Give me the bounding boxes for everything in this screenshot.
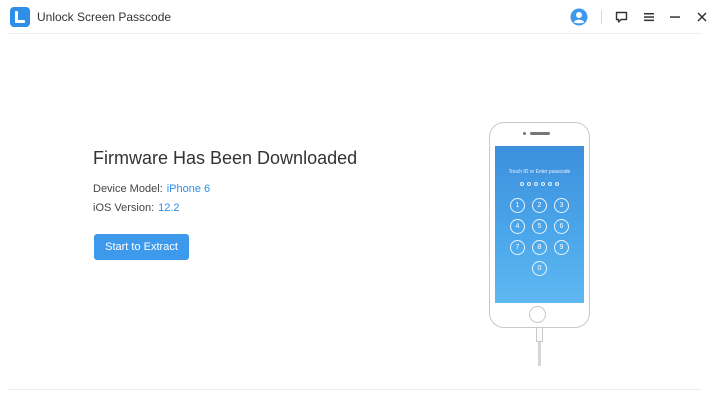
keypad-key-3: 3 — [554, 198, 569, 213]
phone-camera-dot — [523, 132, 526, 135]
keypad-key-8: 8 — [532, 240, 547, 255]
start-extract-button[interactable]: Start to Extract — [94, 234, 189, 260]
footer-divider — [8, 389, 701, 390]
keypad-key-2: 2 — [532, 198, 547, 213]
device-model-row: Device Model: iPhone 6 — [93, 183, 210, 195]
titlebar-separator — [601, 10, 602, 24]
passcode-dot — [534, 182, 538, 186]
user-account-icon[interactable] — [570, 8, 588, 26]
passcode-dot — [527, 182, 531, 186]
phone-home-button — [529, 306, 546, 323]
passcode-dot — [541, 182, 545, 186]
passcode-dot — [548, 182, 552, 186]
passcode-dots — [495, 182, 584, 186]
keypad-key-0: 0 — [532, 261, 547, 276]
device-model-value: iPhone 6 — [166, 183, 211, 195]
titlebar-divider — [8, 33, 701, 34]
keypad-key-5: 5 — [532, 219, 547, 234]
keypad-key-7: 7 — [510, 240, 525, 255]
keypad-key-9: 9 — [554, 240, 569, 255]
phone-speaker — [530, 132, 550, 135]
menu-icon[interactable] — [640, 8, 658, 26]
ios-version-value: 12.2 — [158, 202, 180, 214]
passcode-dot — [520, 182, 524, 186]
keypad-key-6: 6 — [554, 219, 569, 234]
app-logo-icon — [10, 7, 30, 27]
passcode-dot — [555, 182, 559, 186]
title-bar: Unlock Screen Passcode — [0, 0, 709, 34]
app-title: Unlock Screen Passcode — [37, 10, 172, 24]
cable-connector — [536, 328, 543, 342]
close-icon[interactable] — [693, 8, 709, 26]
minimize-icon[interactable] — [666, 8, 684, 26]
keypad-key-4: 4 — [510, 219, 525, 234]
ios-version-label: iOS Version: — [93, 202, 155, 214]
feedback-icon[interactable] — [612, 8, 630, 26]
device-model-label: Device Model: — [93, 183, 163, 195]
keypad-key-1: 1 — [510, 198, 525, 213]
phone-lock-screen: Touch ID or Enter passcode 123 456 7890 — [495, 146, 584, 303]
page-title: Firmware Has Been Downloaded — [93, 148, 358, 168]
usb-cable — [538, 342, 541, 366]
ios-version-row: iOS Version: 12.2 — [93, 202, 180, 214]
lock-screen-prompt: Touch ID or Enter passcode — [508, 169, 571, 175]
